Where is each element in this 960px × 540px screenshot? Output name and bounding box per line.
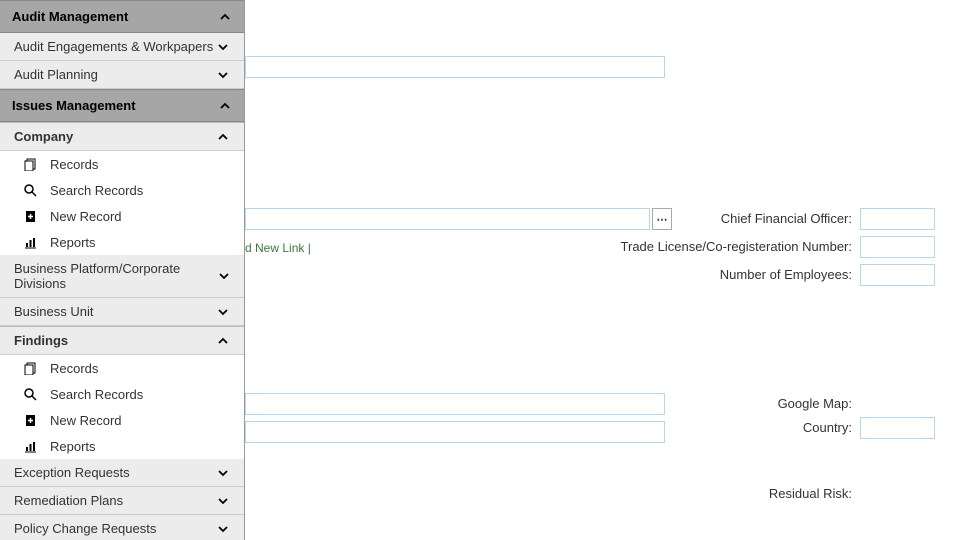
nav-sub-label: Business Platform/Corporate Divisions bbox=[14, 261, 217, 291]
copy-icon bbox=[22, 156, 38, 172]
chevron-up-icon bbox=[216, 130, 230, 144]
nav-sub-label: Audit Engagements & Workpapers bbox=[14, 39, 213, 54]
nav-items-findings: Records Search Records New Record Report… bbox=[0, 355, 244, 459]
country-label: Country: bbox=[610, 417, 860, 435]
trade-license-input[interactable] bbox=[860, 236, 935, 258]
link-separator: | bbox=[304, 241, 310, 255]
chevron-up-icon bbox=[218, 99, 232, 113]
nav-sub-audit-planning[interactable]: Audit Planning bbox=[0, 61, 244, 89]
nav-item-new-record[interactable]: New Record bbox=[0, 203, 244, 229]
nav-items-company: Records Search Records New Record Report… bbox=[0, 151, 244, 255]
input-field-2[interactable] bbox=[245, 393, 665, 415]
lookup-input[interactable] bbox=[245, 208, 650, 230]
chart-icon bbox=[22, 438, 38, 454]
num-employees-label: Number of Employees: bbox=[610, 264, 860, 282]
nav-item-label: New Record bbox=[50, 209, 122, 224]
nav-section-label: Issues Management bbox=[12, 98, 136, 113]
nav-item-label: Search Records bbox=[50, 387, 143, 402]
nav-sub-label: Audit Planning bbox=[14, 67, 98, 82]
chart-icon bbox=[22, 234, 38, 250]
chevron-up-icon bbox=[216, 334, 230, 348]
nav-item-reports[interactable]: Reports bbox=[0, 433, 244, 459]
nav-section-issues-management[interactable]: Issues Management bbox=[0, 89, 244, 122]
chevron-down-icon bbox=[216, 466, 230, 480]
nav-item-label: Records bbox=[50, 361, 98, 376]
nav-section-audit-management[interactable]: Audit Management bbox=[0, 0, 244, 33]
nav-sub-company[interactable]: Company bbox=[0, 122, 244, 151]
nav-sub-label: Business Unit bbox=[14, 304, 93, 319]
nav-sub-business-platform[interactable]: Business Platform/Corporate Divisions bbox=[0, 255, 244, 298]
nav-sub-remediation-plans[interactable]: Remediation Plans bbox=[0, 487, 244, 515]
search-icon bbox=[22, 386, 38, 402]
sidebar: Audit Management Audit Engagements & Wor… bbox=[0, 0, 245, 540]
google-map-label: Google Map: bbox=[610, 393, 860, 411]
nav-section-label: Audit Management bbox=[12, 9, 128, 24]
nav-item-records[interactable]: Records bbox=[0, 151, 244, 177]
input-field-1[interactable] bbox=[245, 56, 665, 78]
nav-item-search-records[interactable]: Search Records bbox=[0, 381, 244, 407]
nav-item-label: Reports bbox=[50, 439, 96, 454]
file-plus-icon bbox=[22, 208, 38, 224]
chevron-down-icon bbox=[217, 269, 230, 283]
nav-sub-business-unit[interactable]: Business Unit bbox=[0, 298, 244, 326]
chevron-down-icon bbox=[216, 40, 230, 54]
chevron-down-icon bbox=[216, 522, 230, 536]
nav-item-label: Records bbox=[50, 157, 98, 172]
copy-icon bbox=[22, 360, 38, 376]
add-new-link[interactable]: d New Link bbox=[245, 241, 304, 255]
cfo-input[interactable] bbox=[860, 208, 935, 230]
nav-item-label: Reports bbox=[50, 235, 96, 250]
residual-risk-label: Residual Risk: bbox=[610, 483, 860, 501]
nav-item-search-records[interactable]: Search Records bbox=[0, 177, 244, 203]
nav-sub-label: Remediation Plans bbox=[14, 493, 123, 508]
nav-item-label: New Record bbox=[50, 413, 122, 428]
nav-sub-label: Findings bbox=[14, 333, 68, 348]
nav-item-new-record[interactable]: New Record bbox=[0, 407, 244, 433]
nav-item-label: Search Records bbox=[50, 183, 143, 198]
file-plus-icon bbox=[22, 412, 38, 428]
nav-item-reports[interactable]: Reports bbox=[0, 229, 244, 255]
nav-item-records[interactable]: Records bbox=[0, 355, 244, 381]
chevron-down-icon bbox=[216, 68, 230, 82]
nav-sub-label: Policy Change Requests bbox=[14, 521, 156, 536]
num-employees-input[interactable] bbox=[860, 264, 935, 286]
nav-sub-exception-requests[interactable]: Exception Requests bbox=[0, 459, 244, 487]
nav-sub-label: Exception Requests bbox=[14, 465, 130, 480]
chevron-up-icon bbox=[218, 10, 232, 24]
chevron-down-icon bbox=[216, 494, 230, 508]
nav-sub-findings[interactable]: Findings bbox=[0, 326, 244, 355]
search-icon bbox=[22, 182, 38, 198]
cfo-label: Chief Financial Officer: bbox=[610, 208, 860, 226]
nav-sub-policy-change-requests[interactable]: Policy Change Requests bbox=[0, 515, 244, 540]
country-input[interactable] bbox=[860, 417, 935, 439]
main-content: ⋯ d New Link | Chief Financial Officer: … bbox=[245, 0, 960, 540]
nav-sub-label: Company bbox=[14, 129, 73, 144]
nav-sub-audit-engagements[interactable]: Audit Engagements & Workpapers bbox=[0, 33, 244, 61]
input-field-3[interactable] bbox=[245, 421, 665, 443]
trade-license-label: Trade License/Co-registeration Number: bbox=[610, 236, 860, 254]
chevron-down-icon bbox=[216, 305, 230, 319]
